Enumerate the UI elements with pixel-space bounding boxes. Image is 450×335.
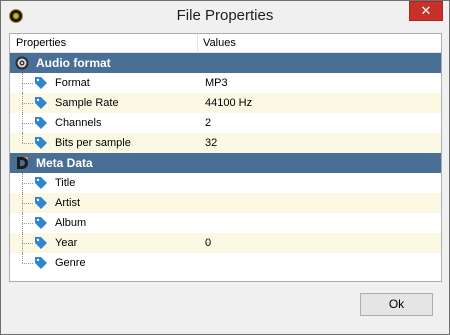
property-row-channels[interactable]: Channels 2 — [10, 113, 441, 133]
tag-icon — [35, 257, 47, 269]
property-label: Year — [55, 237, 78, 249]
window-title: File Properties — [176, 7, 274, 24]
property-row-artist[interactable]: Artist — [10, 193, 441, 213]
tag-icon — [35, 117, 47, 129]
property-label: Genre — [55, 257, 86, 269]
column-header-properties[interactable]: Properties — [16, 37, 66, 49]
tree-line — [22, 83, 33, 84]
tree-line — [22, 243, 33, 244]
property-value: 0 — [205, 237, 212, 249]
property-label: Channels — [55, 117, 102, 129]
property-value: 2 — [205, 117, 212, 129]
tree-line — [22, 223, 33, 224]
property-label: Artist — [55, 197, 81, 209]
tree-line — [22, 103, 33, 104]
tree-line — [22, 253, 23, 263]
close-button[interactable]: ✕ — [409, 1, 443, 21]
tree-line — [22, 263, 33, 264]
ok-button[interactable]: Ok — [360, 293, 433, 316]
group-header-meta-data[interactable]: Meta Data — [10, 153, 441, 173]
property-label: Sample Rate — [55, 97, 119, 109]
property-label: Title — [55, 177, 76, 189]
tag-icon — [35, 137, 47, 149]
group-header-audio-format[interactable]: Audio format — [10, 53, 441, 73]
property-label: Album — [55, 217, 87, 229]
column-separator[interactable] — [197, 34, 198, 52]
tag-icon — [35, 77, 47, 89]
tree-line — [22, 183, 33, 184]
property-label: Bits per sample — [55, 137, 131, 149]
file-properties-window: File Properties ✕ Properties Values Audi… — [0, 0, 450, 335]
property-label: Format — [55, 77, 90, 89]
property-row-genre[interactable]: Genre — [10, 253, 441, 273]
audio-disc-icon — [15, 56, 29, 70]
tree-line — [22, 123, 33, 124]
property-row-year[interactable]: Year 0 — [10, 233, 441, 253]
group-label: Audio format — [36, 56, 111, 70]
tree-line — [22, 133, 23, 143]
tag-icon — [35, 237, 47, 249]
property-row-sample-rate[interactable]: Sample Rate 44100 Hz — [10, 93, 441, 113]
property-value: MP3 — [205, 77, 228, 89]
column-header-values[interactable]: Values — [203, 37, 236, 49]
property-row-title[interactable]: Title — [10, 173, 441, 193]
tag-icon — [35, 177, 47, 189]
tag-icon — [35, 97, 47, 109]
meta-data-icon — [17, 157, 28, 169]
title-bar[interactable]: File Properties ✕ — [1, 1, 449, 32]
column-header: Properties Values — [10, 34, 441, 53]
property-row-format[interactable]: Format MP3 — [10, 73, 441, 93]
property-row-album[interactable]: Album — [10, 213, 441, 233]
group-label: Meta Data — [36, 156, 93, 170]
properties-list[interactable]: Properties Values Audio format Format MP… — [9, 33, 442, 282]
property-value: 44100 Hz — [205, 97, 253, 109]
property-row-bits-per-sample[interactable]: Bits per sample 32 — [10, 133, 441, 153]
tree-line — [22, 143, 33, 144]
tree-line — [22, 203, 33, 204]
tag-icon — [35, 217, 47, 229]
property-value: 32 — [205, 137, 218, 149]
tag-icon — [35, 197, 47, 209]
